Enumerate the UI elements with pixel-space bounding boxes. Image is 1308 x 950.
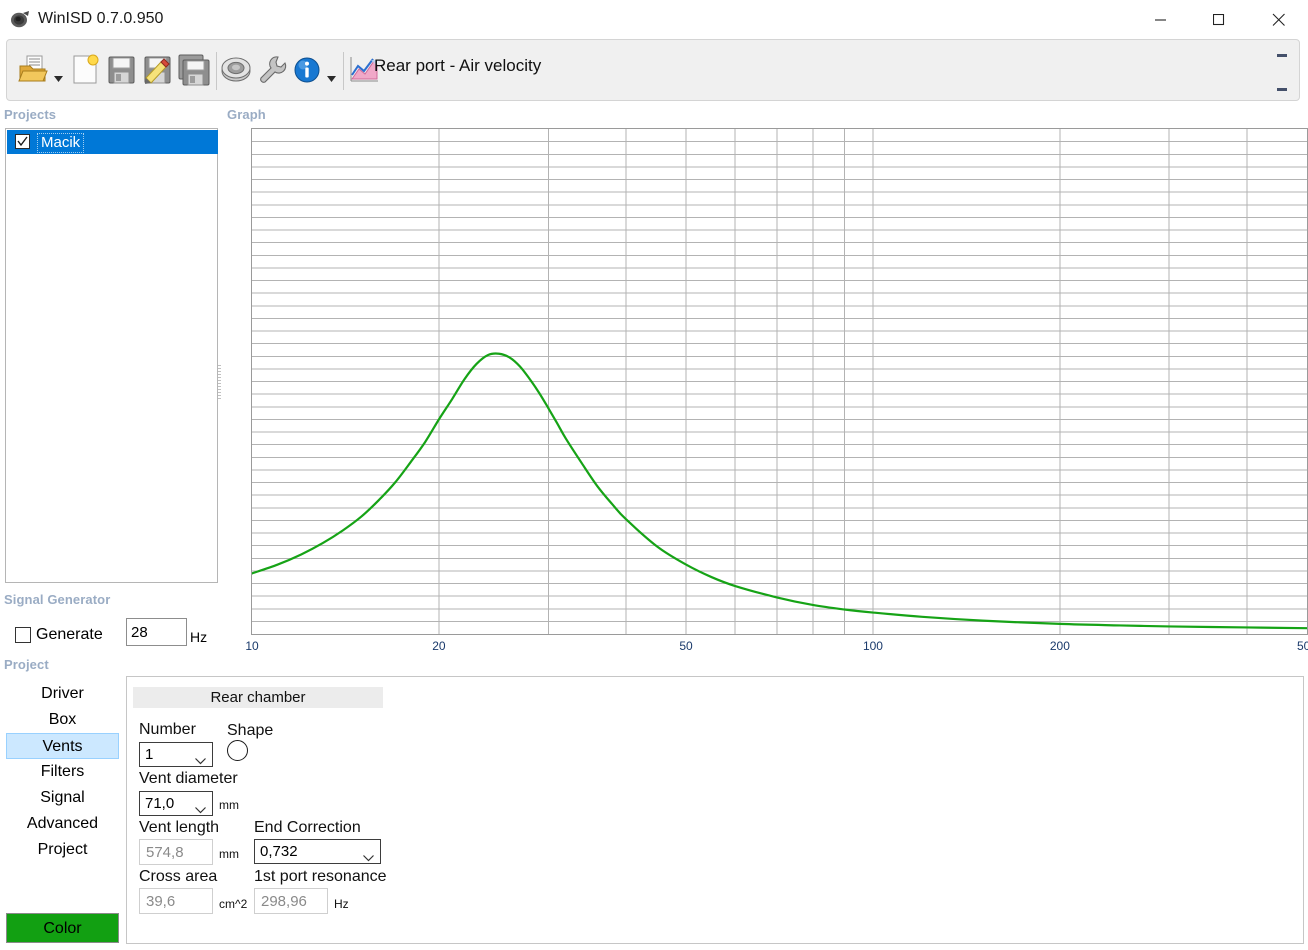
title-bar: WinISD 0.7.0.950 xyxy=(0,0,1308,41)
minimize-button[interactable] xyxy=(1138,0,1184,40)
toolbar-separator xyxy=(216,52,217,90)
nav-item-signal[interactable]: Signal xyxy=(6,785,119,811)
shape-circle-icon[interactable] xyxy=(227,740,248,761)
save-icon[interactable] xyxy=(105,53,139,89)
number-value: 1 xyxy=(145,746,154,763)
chevron-down-icon xyxy=(195,801,206,818)
frequency-unit-label: Hz xyxy=(190,629,208,645)
cross-area-field: 39,6 xyxy=(139,888,213,914)
list-item[interactable]: Macik xyxy=(7,130,218,154)
end-correction-label: End Correction xyxy=(254,819,361,836)
maximize-button[interactable] xyxy=(1196,0,1242,40)
end-correction-value: 0,732 xyxy=(260,843,298,860)
air-velocity-curve xyxy=(252,129,1307,634)
projects-caption: Projects xyxy=(4,107,57,122)
port-resonance-label: 1st port resonance xyxy=(254,868,387,885)
nav-item-filters[interactable]: Filters xyxy=(6,759,119,785)
signal-generator-caption: Signal Generator xyxy=(4,592,111,607)
graph-caption: Graph xyxy=(227,107,266,122)
vents-parameter-panel: Rear chamber Number 1 Shape Vent diamete… xyxy=(126,676,1304,944)
vent-length-value: 574,8 xyxy=(146,844,184,861)
main-toolbar xyxy=(6,39,1300,101)
x-axis-tick-label: 200 xyxy=(1049,639,1070,653)
preferences-wrench-icon[interactable] xyxy=(255,53,289,89)
cross-area-value: 39,6 xyxy=(146,893,176,910)
shape-label: Shape xyxy=(227,722,274,739)
nav-item-driver[interactable]: Driver xyxy=(6,681,119,707)
projects-list[interactable]: Macik xyxy=(5,128,218,583)
speaker-icon xyxy=(9,9,31,31)
new-project-icon[interactable] xyxy=(69,53,103,89)
graph-panel: 0,511,522,533,544,555,566,577,588,599,51… xyxy=(218,128,1308,661)
driver-database-icon[interactable] xyxy=(219,53,253,89)
port-resonance-field: 298,96 xyxy=(254,888,328,914)
close-button[interactable] xyxy=(1256,0,1302,40)
toolbar-overflow-handle-bottom[interactable] xyxy=(1277,88,1287,91)
vent-length-field: 574,8 xyxy=(139,839,213,865)
window-title: WinISD 0.7.0.950 xyxy=(38,10,164,27)
save-as-icon[interactable] xyxy=(141,53,175,89)
port-resonance-value: 298,96 xyxy=(261,893,307,910)
project-nav: Driver Box Vents Filters Signal Advanced… xyxy=(6,681,119,863)
number-label: Number xyxy=(139,721,196,738)
number-select[interactable]: 1 xyxy=(139,742,213,767)
project-caption: Project xyxy=(4,657,49,672)
plot-area[interactable] xyxy=(251,128,1308,635)
chevron-down-icon xyxy=(363,849,374,866)
graph-title-label: Rear port - Air velocity xyxy=(374,56,542,75)
cross-area-label: Cross area xyxy=(139,868,218,885)
x-axis-tick-label: 10 xyxy=(245,639,259,653)
open-project-icon[interactable] xyxy=(18,53,52,89)
vent-diameter-value: 71,0 xyxy=(145,795,175,812)
vent-diameter-label: Vent diameter xyxy=(139,770,238,787)
vent-diameter-unit: mm xyxy=(219,798,239,812)
open-dropdown-caret[interactable] xyxy=(54,70,63,82)
frequency-input[interactable] xyxy=(126,618,187,646)
x-axis-tick-label: 100 xyxy=(862,639,883,653)
y-axis-grip[interactable] xyxy=(218,365,221,401)
port-resonance-unit: Hz xyxy=(334,897,349,911)
nav-item-vents[interactable]: Vents xyxy=(6,733,119,759)
end-correction-select[interactable]: 0,732 xyxy=(254,839,381,864)
x-axis-tick-label: 50 xyxy=(679,639,693,653)
vent-length-unit: mm xyxy=(219,847,239,861)
info-dropdown-caret[interactable] xyxy=(327,70,336,82)
nav-item-project[interactable]: Project xyxy=(6,837,119,863)
chevron-down-icon xyxy=(195,752,206,769)
save-all-icon[interactable] xyxy=(177,53,211,89)
x-axis-tick-label: 500 xyxy=(1296,639,1308,653)
vent-length-label: Vent length xyxy=(139,819,220,836)
project-checkbox[interactable] xyxy=(15,134,30,149)
generate-checkbox[interactable] xyxy=(15,627,31,643)
chamber-header: Rear chamber xyxy=(133,687,383,708)
nav-item-advanced[interactable]: Advanced xyxy=(6,811,119,837)
toolbar-overflow-handle-top[interactable] xyxy=(1277,54,1287,57)
color-button[interactable]: Color xyxy=(6,913,119,943)
generate-label: Generate xyxy=(36,626,103,643)
project-name-label: Macik xyxy=(37,133,85,153)
x-axis-tick-label: 20 xyxy=(432,639,446,653)
nav-item-box[interactable]: Box xyxy=(6,707,119,733)
toolbar-separator-2 xyxy=(343,52,344,90)
vent-diameter-select[interactable]: 71,0 xyxy=(139,791,213,816)
cross-area-unit: cm^2 xyxy=(219,897,248,911)
info-icon[interactable] xyxy=(291,53,325,89)
